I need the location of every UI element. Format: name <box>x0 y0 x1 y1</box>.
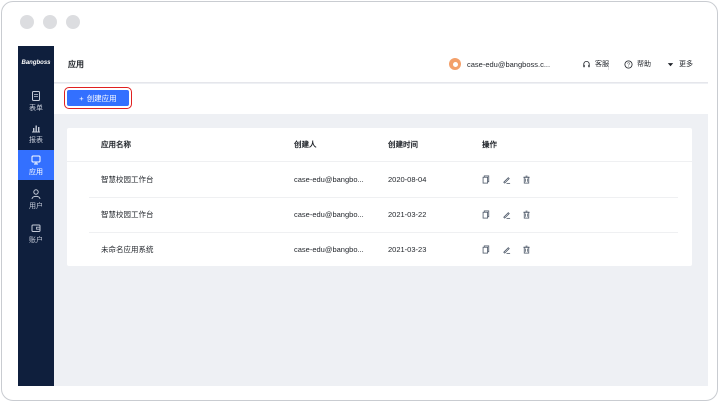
delete-icon[interactable] <box>522 245 531 254</box>
edit-icon[interactable] <box>502 175 511 184</box>
more-label: 更多 <box>679 61 693 68</box>
user-email: case-edu@bangboss.c... <box>467 59 551 69</box>
customer-service-button[interactable]: 客服 <box>582 59 609 69</box>
caret-down-icon <box>667 62 674 66</box>
window-dot-close[interactable] <box>20 15 34 29</box>
copy-icon[interactable] <box>482 244 491 254</box>
chart-icon <box>32 125 40 132</box>
user-menu[interactable]: case-edu@bangboss.c... <box>449 58 550 70</box>
app-created-date: 2021-03-23 <box>388 244 427 254</box>
help-button[interactable]: ? 帮助 <box>624 59 651 69</box>
svg-text:?: ? <box>627 62 630 68</box>
copy-icon[interactable] <box>482 209 491 219</box>
table-row[interactable]: 智慧校园工作台 case-edu@bangbo... 2020-08-04 <box>67 162 692 196</box>
row-actions <box>482 197 531 231</box>
toolbar: + 创建应用 <box>54 84 708 114</box>
window-dot-minimize[interactable] <box>43 15 57 29</box>
form-icon <box>32 90 40 101</box>
sidebar-item-label: 应用 <box>29 168 43 176</box>
avatar <box>449 58 461 70</box>
app-creator: case-edu@bangbo... <box>294 244 364 254</box>
browser-window: Bangboss 表单 报表 应用 用户 账户 应用 case-edu@bang… <box>1 1 718 401</box>
table-header: 应用名称 创建人 创建时间 操作 <box>67 128 692 162</box>
app-icon <box>31 155 41 164</box>
wallet-icon <box>31 224 41 232</box>
sidebar-item-label: 用户 <box>29 202 43 210</box>
sidebar-item-label: 报表 <box>29 136 43 144</box>
sidebar-item-label: 表单 <box>29 104 43 112</box>
column-header-actions: 操作 <box>482 140 497 149</box>
table-row[interactable]: 智慧校园工作台 case-edu@bangbo... 2021-03-22 <box>67 197 692 231</box>
row-actions <box>482 232 531 266</box>
help-label: 帮助 <box>637 61 651 68</box>
top-header: 应用 case-edu@bangboss.c... 客服 ? 帮助 更多 <box>54 46 708 83</box>
app-created-date: 2020-08-04 <box>388 174 427 184</box>
app-created-date: 2021-03-22 <box>388 209 427 219</box>
column-header-creator: 创建人 <box>294 140 317 149</box>
sidebar-item-account[interactable]: 账户 <box>18 218 54 248</box>
sidebar-item-apps[interactable]: 应用 <box>18 150 54 180</box>
sidebar-item-reports[interactable]: 报表 <box>18 118 54 148</box>
column-header-name: 应用名称 <box>101 140 131 149</box>
window-dot-maximize[interactable] <box>66 15 80 29</box>
sidebar-item-users[interactable]: 用户 <box>18 184 54 214</box>
edit-icon[interactable] <box>502 210 511 219</box>
window-controls <box>20 15 80 29</box>
plus-icon: + <box>79 93 84 103</box>
row-actions <box>482 162 531 196</box>
sidebar-item-forms[interactable]: 表单 <box>18 86 54 116</box>
headset-icon <box>583 60 590 67</box>
more-button[interactable]: 更多 <box>666 59 693 69</box>
apps-table: 应用名称 创建人 创建时间 操作 智慧校园工作台 case-edu@bangbo… <box>67 128 692 266</box>
sidebar: Bangboss 表单 报表 应用 用户 账户 <box>18 46 54 386</box>
delete-icon[interactable] <box>522 175 531 184</box>
column-header-created: 创建时间 <box>388 140 418 149</box>
app-creator: case-edu@bangbo... <box>294 174 364 184</box>
copy-icon[interactable] <box>482 174 491 184</box>
sidebar-item-label: 账户 <box>29 236 43 244</box>
create-app-button[interactable]: + 创建应用 <box>64 87 132 109</box>
app-name[interactable]: 智慧校园工作台 <box>101 197 154 231</box>
logo: Bangboss <box>21 60 51 66</box>
customer-service-label: 客服 <box>595 61 609 68</box>
app-container: Bangboss 表单 报表 应用 用户 账户 应用 case-edu@bang… <box>18 46 708 386</box>
edit-icon[interactable] <box>502 245 511 254</box>
app-name[interactable]: 未命名应用系统 <box>101 232 154 266</box>
help-icon: ? <box>624 59 633 68</box>
page-title: 应用 <box>68 60 84 69</box>
user-icon <box>31 188 41 199</box>
create-app-label: 创建应用 <box>86 93 117 103</box>
app-name[interactable]: 智慧校园工作台 <box>101 162 154 196</box>
delete-icon[interactable] <box>522 210 531 219</box>
app-creator: case-edu@bangbo... <box>294 209 364 219</box>
table-row[interactable]: 未命名应用系统 case-edu@bangbo... 2021-03-23 <box>67 232 692 266</box>
